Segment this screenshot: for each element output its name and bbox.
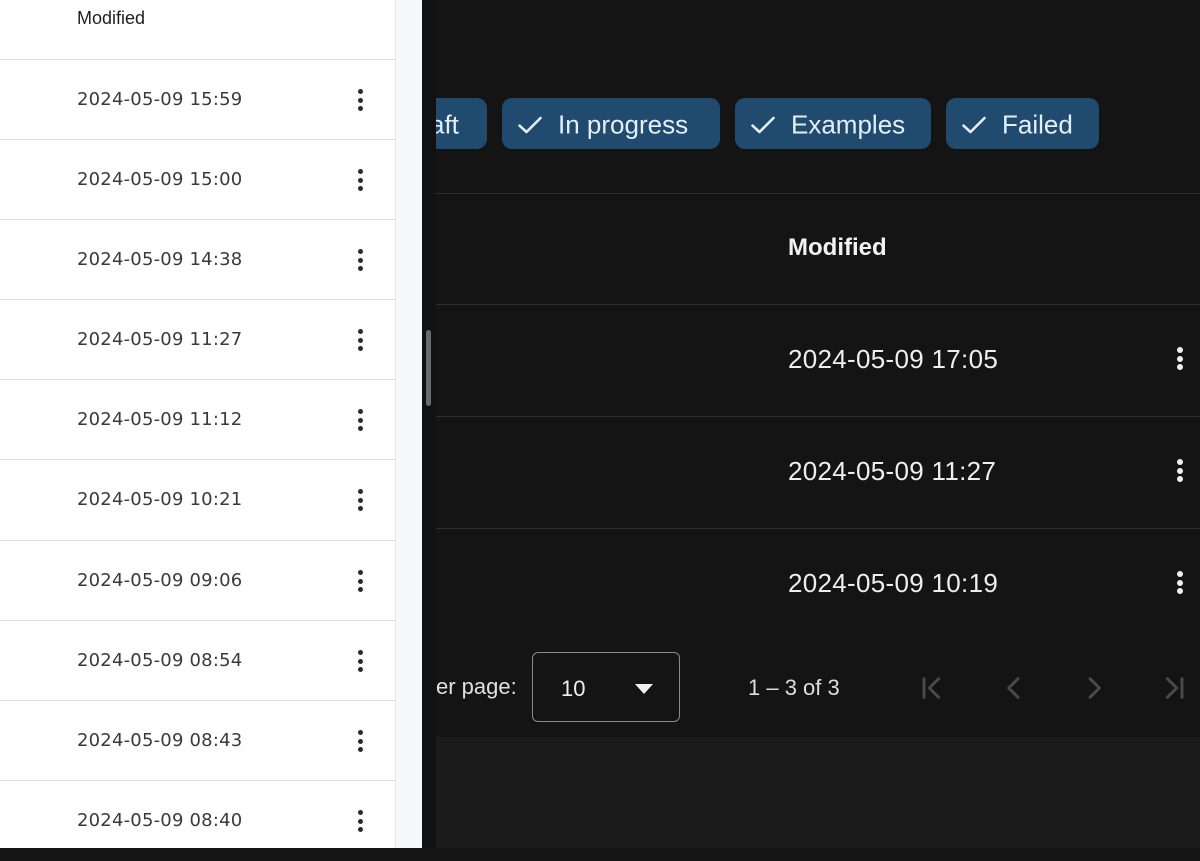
dark-table-panel: aft In progress Examples Failed Modified… [436,0,1200,848]
modified-cell: 2024-05-09 08:40 [77,810,243,831]
more-vert-icon[interactable] [350,568,370,594]
modified-cell: 2024-05-09 15:00 [77,169,243,190]
modified-cell: 2024-05-09 14:38 [77,249,243,270]
more-vert-icon[interactable] [1170,457,1190,483]
divider [436,193,1200,194]
page-range-label: 1 – 3 of 3 [748,675,840,700]
table-row[interactable]: 2024-05-09 08:54 [0,620,396,700]
more-vert-icon[interactable] [350,487,370,513]
table-row[interactable]: 2024-05-09 08:43 [0,700,396,780]
modified-cell: 2024-05-09 11:27 [77,329,243,350]
more-vert-icon[interactable] [350,728,370,754]
modified-cell: 2024-05-09 17:05 [788,344,999,374]
filter-chip-examples[interactable]: Examples [735,98,931,149]
chip-label: In progress [558,109,689,140]
table-row[interactable]: 2024-05-09 08:40 [0,780,396,848]
more-vert-icon[interactable] [350,167,370,193]
table-row[interactable]: 2024-05-09 10:21 [0,459,396,539]
modified-cell: 2024-05-09 09:06 [77,570,243,591]
panel-footer [436,737,1200,848]
more-vert-icon[interactable] [350,327,370,353]
chevron-right-icon[interactable] [1078,672,1110,704]
check-icon [751,116,775,134]
scrollbar-track [422,0,436,848]
resize-handle[interactable] [426,330,431,406]
panel-gap [396,0,422,848]
modified-cell: 2024-05-09 10:19 [788,568,999,598]
table-row[interactable]: 2024-05-09 11:27 [0,299,396,379]
more-vert-icon[interactable] [350,407,370,433]
light-table-panel: Modified 2024-05-09 15:59 2024-05-09 15:… [0,0,396,848]
chip-label: Examples [791,109,906,140]
more-vert-icon[interactable] [350,247,370,273]
modified-cell: 2024-05-09 10:21 [77,489,243,510]
chevron-left-icon[interactable] [998,672,1030,704]
modified-cell: 2024-05-09 11:27 [788,456,997,486]
divider [436,528,1200,529]
modified-column-header[interactable]: Modified [788,234,887,262]
chip-label: Failed [1002,109,1073,140]
check-icon [518,116,542,134]
filter-chip-in-progress[interactable]: In progress [502,98,720,149]
check-icon [962,116,986,134]
last-page-icon[interactable] [1158,672,1190,704]
modified-cell: 2024-05-09 08:43 [77,730,243,751]
filter-chip-failed[interactable]: Failed [946,98,1099,149]
modified-column-header[interactable]: Modified [77,8,145,29]
divider [436,416,1200,417]
modified-cell: 2024-05-09 11:12 [77,409,243,430]
more-vert-icon[interactable] [1170,569,1190,595]
more-vert-icon[interactable] [350,648,370,674]
more-vert-icon[interactable] [350,808,370,834]
modified-cell: 2024-05-09 08:54 [77,650,243,671]
table-row[interactable]: 2024-05-09 09:06 [0,540,396,620]
arrow-drop-down-icon [635,684,653,694]
filter-chip-draft[interactable]: aft [436,98,487,149]
table-row[interactable]: 2024-05-09 14:38 [0,219,396,299]
table-row[interactable]: 2024-05-09 15:00 [0,139,396,219]
modified-cell: 2024-05-09 15:59 [77,89,243,110]
page-size-select[interactable]: 10 [532,652,680,722]
chip-label: aft [436,109,459,140]
more-vert-icon[interactable] [1170,345,1190,371]
more-vert-icon[interactable] [350,87,370,113]
first-page-icon[interactable] [916,672,948,704]
table-row[interactable]: 2024-05-09 15:59 [0,59,396,139]
table-row[interactable]: 2024-05-09 11:12 [0,379,396,459]
rows-per-page-label: er page: [436,674,517,699]
page-size-value: 10 [561,676,586,701]
divider [436,304,1200,305]
